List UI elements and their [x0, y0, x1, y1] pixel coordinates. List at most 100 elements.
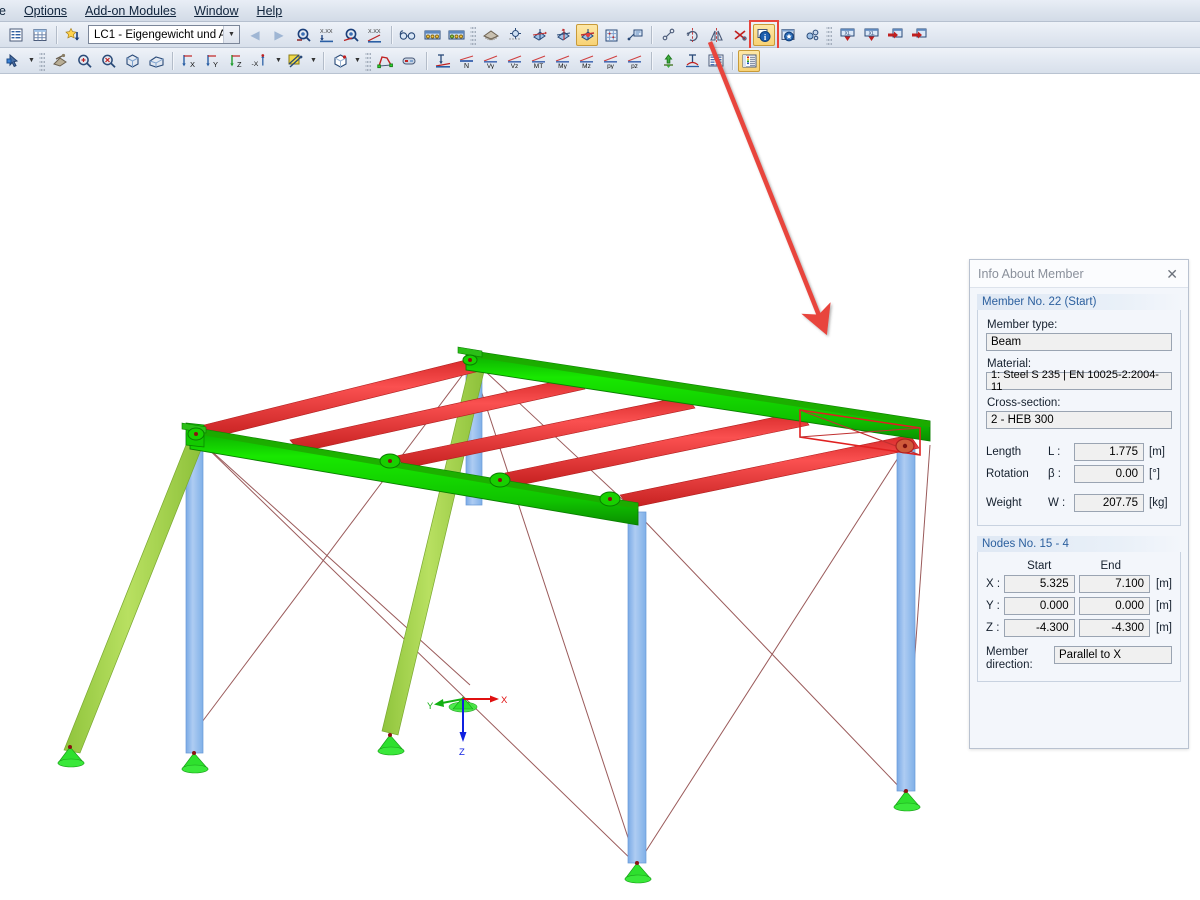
prev-loadcase-icon[interactable]: ◀: [244, 24, 266, 46]
chevron-down-icon[interactable]: ▼: [273, 50, 284, 72]
member-diagram-icon[interactable]: [375, 50, 397, 72]
export-2-icon[interactable]: [908, 24, 930, 46]
weight-value: 207.75: [1074, 494, 1144, 512]
support-forces-icon[interactable]: [657, 50, 679, 72]
menu-item-clipped[interactable]: e: [0, 2, 15, 20]
weight-label: Weight: [986, 497, 1022, 509]
import-1-icon[interactable]: XL: [836, 24, 858, 46]
import-2-icon[interactable]: XL: [860, 24, 882, 46]
node-end-z: -4.300: [1079, 619, 1151, 637]
rotation-row: Rotation β : 0.00 [°]: [986, 465, 1172, 483]
toolbar-separator: [651, 25, 652, 44]
result-eye-icon[interactable]: [340, 24, 362, 46]
view-z-icon[interactable]: Z: [226, 50, 248, 72]
deform-view-icon[interactable]: [421, 24, 443, 46]
info-about-member-panel[interactable]: Info About Member ✕ Member No. 22 (Start…: [969, 259, 1189, 749]
section-icon[interactable]: [399, 50, 421, 72]
dimension-icon[interactable]: [657, 24, 679, 46]
col-end-label: End: [1100, 560, 1121, 572]
menu-item-addon-modules[interactable]: Add-on Modules: [76, 2, 185, 20]
toolbar-separator: [323, 51, 324, 70]
node-start-y: 0.000: [1003, 597, 1075, 615]
settings-gear-icon[interactable]: [801, 24, 823, 46]
zoom-out-icon[interactable]: [97, 50, 119, 72]
svg-text:py: py: [607, 63, 615, 69]
chevron-down-icon[interactable]: ▼: [26, 50, 37, 72]
info-panel-titlebar: Info About Member ✕: [970, 260, 1188, 288]
axis-label-x: X: [501, 695, 508, 706]
deform-pz-icon[interactable]: pz: [624, 50, 646, 72]
value-x-xx-icon[interactable]: X.XX: [316, 24, 338, 46]
cross-section-value: 2 - HEB 300: [986, 411, 1172, 429]
toolbar-grip[interactable]: [826, 24, 832, 45]
close-icon[interactable]: ✕: [1162, 265, 1182, 283]
mirror-icon[interactable]: [705, 24, 727, 46]
render-mode-icon[interactable]: [285, 50, 307, 72]
view-box-icon[interactable]: [121, 50, 143, 72]
zoom-in-icon[interactable]: [73, 50, 95, 72]
length-row: Length L : 1.775 [m]: [986, 443, 1172, 461]
delete-node-icon[interactable]: [729, 24, 751, 46]
shear-vz-icon[interactable]: Vz: [504, 50, 526, 72]
svg-text:Vy: Vy: [487, 63, 495, 69]
chevron-down-icon[interactable]: ▼: [352, 50, 363, 72]
length-unit: [m]: [1149, 446, 1165, 458]
deform-view-2-icon[interactable]: [445, 24, 467, 46]
node-row-y: Y : 0.000 0.000 [m]: [986, 597, 1172, 615]
svg-text:Z: Z: [237, 60, 242, 69]
select-pointer-icon[interactable]: [3, 50, 25, 72]
mesh-icon[interactable]: [480, 24, 502, 46]
member-group-header: Member No. 22 (Start): [977, 294, 1181, 310]
new-loadcase-icon[interactable]: [62, 24, 84, 46]
rotate-view-2-icon[interactable]: [552, 24, 574, 46]
node-snap-icon[interactable]: [504, 24, 526, 46]
torsion-mt-icon[interactable]: MT: [528, 50, 550, 72]
toolbar-grip[interactable]: [470, 24, 476, 45]
label-icon[interactable]: [624, 24, 646, 46]
printout-report-icon[interactable]: [738, 49, 760, 72]
member-direction-row: Member direction: Parallel to X: [986, 646, 1172, 672]
toolbar-separator: [56, 25, 57, 44]
export-1-icon[interactable]: [884, 24, 906, 46]
view-box-persp-icon[interactable]: [145, 50, 167, 72]
info-settings-icon[interactable]: [777, 24, 799, 46]
view-y-icon[interactable]: Y: [202, 50, 224, 72]
view-cube-icon[interactable]: [329, 50, 351, 72]
toolbar-separator: [391, 25, 392, 44]
toolbar-row-1: LC1 - Eigengewicht und Au ▼ ◀ ▶ X.XX X.X…: [0, 19, 1200, 51]
rotate-view-1-icon[interactable]: [528, 24, 550, 46]
axial-force-icon[interactable]: N: [456, 50, 478, 72]
value-gradient-icon[interactable]: X.XX: [364, 24, 386, 46]
glasses-icon[interactable]: [397, 24, 419, 46]
result-diagram-icon[interactable]: [681, 50, 703, 72]
rotate-object-icon[interactable]: [681, 24, 703, 46]
support-reaction-icon[interactable]: [432, 50, 454, 72]
result-table-icon[interactable]: [705, 50, 727, 72]
toolbar-grip[interactable]: [39, 50, 45, 71]
loadcase-value: LC1 - Eigengewicht und Au: [94, 28, 223, 41]
loadcase-combo[interactable]: LC1 - Eigengewicht und Au ▼: [88, 25, 240, 44]
moment-mz-icon[interactable]: Mz: [576, 50, 598, 72]
menu-item-options[interactable]: Options: [15, 2, 76, 20]
tables-icon[interactable]: [5, 24, 27, 46]
table-grid-icon[interactable]: [29, 24, 51, 46]
shear-vy-icon[interactable]: Vy: [480, 50, 502, 72]
menu-item-window[interactable]: Window: [185, 2, 247, 20]
toolbar-grip[interactable]: [365, 50, 371, 71]
next-loadcase-icon[interactable]: ▶: [268, 24, 290, 46]
menu-item-help[interactable]: Help: [248, 2, 292, 20]
svg-text:X.XX: X.XX: [320, 29, 333, 35]
render-result-icon[interactable]: [292, 24, 314, 46]
rfem-application-window: e Options Add-on Modules Window Help LC1…: [0, 0, 1200, 900]
member-type-label: Member type:: [987, 319, 1058, 331]
deform-py-icon[interactable]: py: [600, 50, 622, 72]
view-x-icon[interactable]: X: [178, 50, 200, 72]
chevron-down-icon[interactable]: ▼: [223, 26, 239, 43]
chevron-down-icon[interactable]: ▼: [308, 50, 319, 72]
pan-hand-icon[interactable]: [49, 50, 71, 72]
moment-my-icon[interactable]: My: [552, 50, 574, 72]
building-grid-icon[interactable]: [600, 24, 622, 46]
info-about-member-icon[interactable]: i: [749, 19, 779, 51]
view-negx-icon[interactable]: -X: [250, 50, 272, 72]
rotate-view-3-icon[interactable]: [576, 23, 598, 46]
